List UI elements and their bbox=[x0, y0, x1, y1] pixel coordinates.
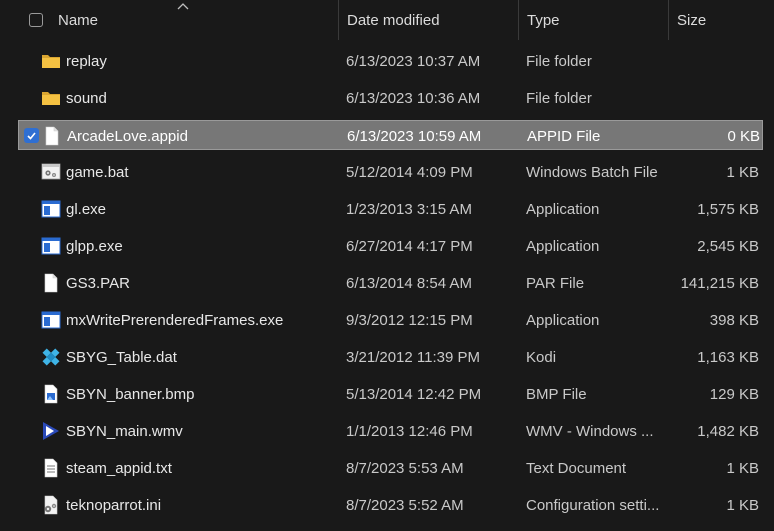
date-modified: 6/27/2014 4:17 PM bbox=[346, 237, 473, 255]
file-type: Windows Batch File bbox=[526, 163, 658, 181]
file-row-gs3-par[interactable]: GS3.PAR 6/13/2014 8:54 AM PAR File 141,215 … bbox=[18, 268, 763, 298]
file-row-sound[interactable]: sound 6/13/2023 10:36 AM File folder bbox=[18, 83, 763, 113]
file-type: PAR File bbox=[526, 274, 585, 292]
folder-icon bbox=[40, 51, 62, 71]
date-modified: 8/7/2023 5:52 AM bbox=[346, 496, 464, 514]
file-row-sbyn-banner-bmp[interactable]: SBYN_banner.bmp 5/13/2014 12:42 PM BMP Fil… bbox=[18, 379, 763, 409]
batch-file-icon bbox=[40, 162, 62, 182]
date-modified: 6/13/2014 8:54 AM bbox=[346, 274, 472, 292]
file-size: 1 KB bbox=[726, 163, 759, 181]
file-size: 1,482 KB bbox=[697, 422, 759, 440]
file-type: File folder bbox=[526, 89, 592, 107]
file-type: Application bbox=[526, 311, 600, 329]
file-row-arcadelove-appid[interactable]: ArcadeLove.appid 6/13/2023 10:59 AM APPID … bbox=[18, 120, 763, 150]
file-row-game-bat[interactable]: game.bat 5/12/2014 4:09 PM Windows Batch F… bbox=[18, 157, 763, 187]
file-name: steam_appid.txt bbox=[66, 459, 172, 477]
date-modified: 5/12/2014 4:09 PM bbox=[346, 163, 473, 181]
file-name: SBYG_Table.dat bbox=[66, 348, 177, 366]
file-row-glpp-exe[interactable]: glpp.exe 6/27/2014 4:17 PM Application 2,54… bbox=[18, 231, 763, 261]
file-type: File folder bbox=[526, 52, 592, 70]
file-type: Text Document bbox=[526, 459, 627, 477]
file-type: Application bbox=[526, 237, 600, 255]
file-size: 0 KB bbox=[727, 127, 760, 145]
file-size: 1 KB bbox=[726, 496, 759, 514]
file-type: Application bbox=[526, 200, 600, 218]
file-type: BMP File bbox=[526, 385, 587, 403]
row-checkbox-checked[interactable] bbox=[24, 128, 39, 143]
file-size: 398 KB bbox=[709, 311, 759, 329]
application-icon bbox=[40, 236, 62, 256]
config-file-icon bbox=[40, 495, 62, 515]
column-header: Name Date modified Type Size bbox=[0, 0, 774, 40]
file-explorer-details-view: Name Date modified Type Size replay 6/13/… bbox=[0, 0, 774, 531]
file-size: 2,545 KB bbox=[697, 237, 759, 255]
file-row-sbyg-table-dat[interactable]: SBYG_Table.dat 3/21/2012 11:39 PM Kodi 1,16… bbox=[18, 342, 763, 372]
image-file-icon bbox=[40, 384, 62, 404]
name-column-header[interactable]: Name bbox=[50, 0, 338, 40]
file-row-teknoparrot-ini[interactable]: teknoparrot.ini 8/7/2023 5:52 AM Configura… bbox=[18, 490, 763, 520]
checkmark-icon bbox=[27, 132, 36, 140]
file-size: 129 KB bbox=[709, 385, 759, 403]
date-column-header[interactable]: Date modified bbox=[338, 0, 518, 40]
file-size: 1,163 KB bbox=[697, 348, 759, 366]
file-name: gl.exe bbox=[66, 200, 107, 218]
file-name: glpp.exe bbox=[66, 237, 123, 255]
file-type: APPID File bbox=[527, 127, 601, 145]
file-size: 1 KB bbox=[726, 459, 759, 477]
file-name: game.bat bbox=[66, 163, 129, 181]
file-type: WMV - Windows ... bbox=[526, 422, 654, 440]
file-name: SBYN_banner.bmp bbox=[66, 385, 195, 403]
file-size bbox=[674, 83, 759, 113]
date-modified: 9/3/2012 12:15 PM bbox=[346, 311, 473, 329]
blank-file-icon bbox=[41, 126, 63, 146]
date-modified: 1/23/2013 3:15 AM bbox=[346, 200, 472, 218]
date-modified: 3/21/2012 11:39 PM bbox=[346, 348, 480, 366]
blank-file-icon bbox=[40, 273, 62, 293]
text-file-icon bbox=[40, 458, 62, 478]
date-modified: 1/1/2013 12:46 PM bbox=[346, 422, 473, 440]
file-row-gl-exe[interactable]: gl.exe 1/23/2013 3:15 AM Application 1,575 … bbox=[18, 194, 763, 224]
file-name: GS3.PAR bbox=[66, 274, 130, 292]
file-row-replay[interactable]: replay 6/13/2023 10:37 AM File folder bbox=[18, 46, 763, 76]
file-name: ArcadeLove.appid bbox=[67, 127, 188, 145]
select-all-checkbox[interactable] bbox=[29, 13, 43, 27]
file-size: 141,215 KB bbox=[680, 274, 759, 292]
date-modified: 6/13/2023 10:37 AM bbox=[346, 52, 481, 70]
date-modified: 8/7/2023 5:53 AM bbox=[346, 459, 464, 477]
file-row-mxwriteprerenderedframes-exe[interactable]: mxWritePrerenderedFrames.exe 9/3/2012 12:… bbox=[18, 305, 763, 335]
application-icon bbox=[40, 199, 62, 219]
file-type: Kodi bbox=[526, 348, 557, 366]
media-file-icon bbox=[40, 421, 62, 441]
file-row-steam-appid-txt[interactable]: steam_appid.txt 8/7/2023 5:53 AM Text Docu… bbox=[18, 453, 763, 483]
kodi-icon bbox=[40, 347, 62, 367]
date-modified: 6/13/2023 10:59 AM bbox=[347, 127, 482, 145]
file-type: Configuration setti... bbox=[526, 496, 660, 514]
file-size: 1,575 KB bbox=[697, 200, 759, 218]
file-size bbox=[674, 46, 759, 76]
file-row-sbyn-main-wmv[interactable]: SBYN_main.wmv 1/1/2013 12:46 PM WMV - Wind… bbox=[18, 416, 763, 446]
application-icon bbox=[40, 310, 62, 330]
file-name: sound bbox=[66, 89, 107, 107]
size-column-header[interactable]: Size bbox=[668, 0, 774, 40]
type-column-header[interactable]: Type bbox=[518, 0, 668, 40]
date-modified: 6/13/2023 10:36 AM bbox=[346, 89, 481, 107]
folder-icon bbox=[40, 88, 62, 108]
file-name: mxWritePrerenderedFrames.exe bbox=[66, 311, 284, 329]
date-modified: 5/13/2014 12:42 PM bbox=[346, 385, 482, 403]
file-name: SBYN_main.wmv bbox=[66, 422, 183, 440]
file-name: replay bbox=[66, 52, 107, 70]
file-name: teknoparrot.ini bbox=[66, 496, 162, 514]
